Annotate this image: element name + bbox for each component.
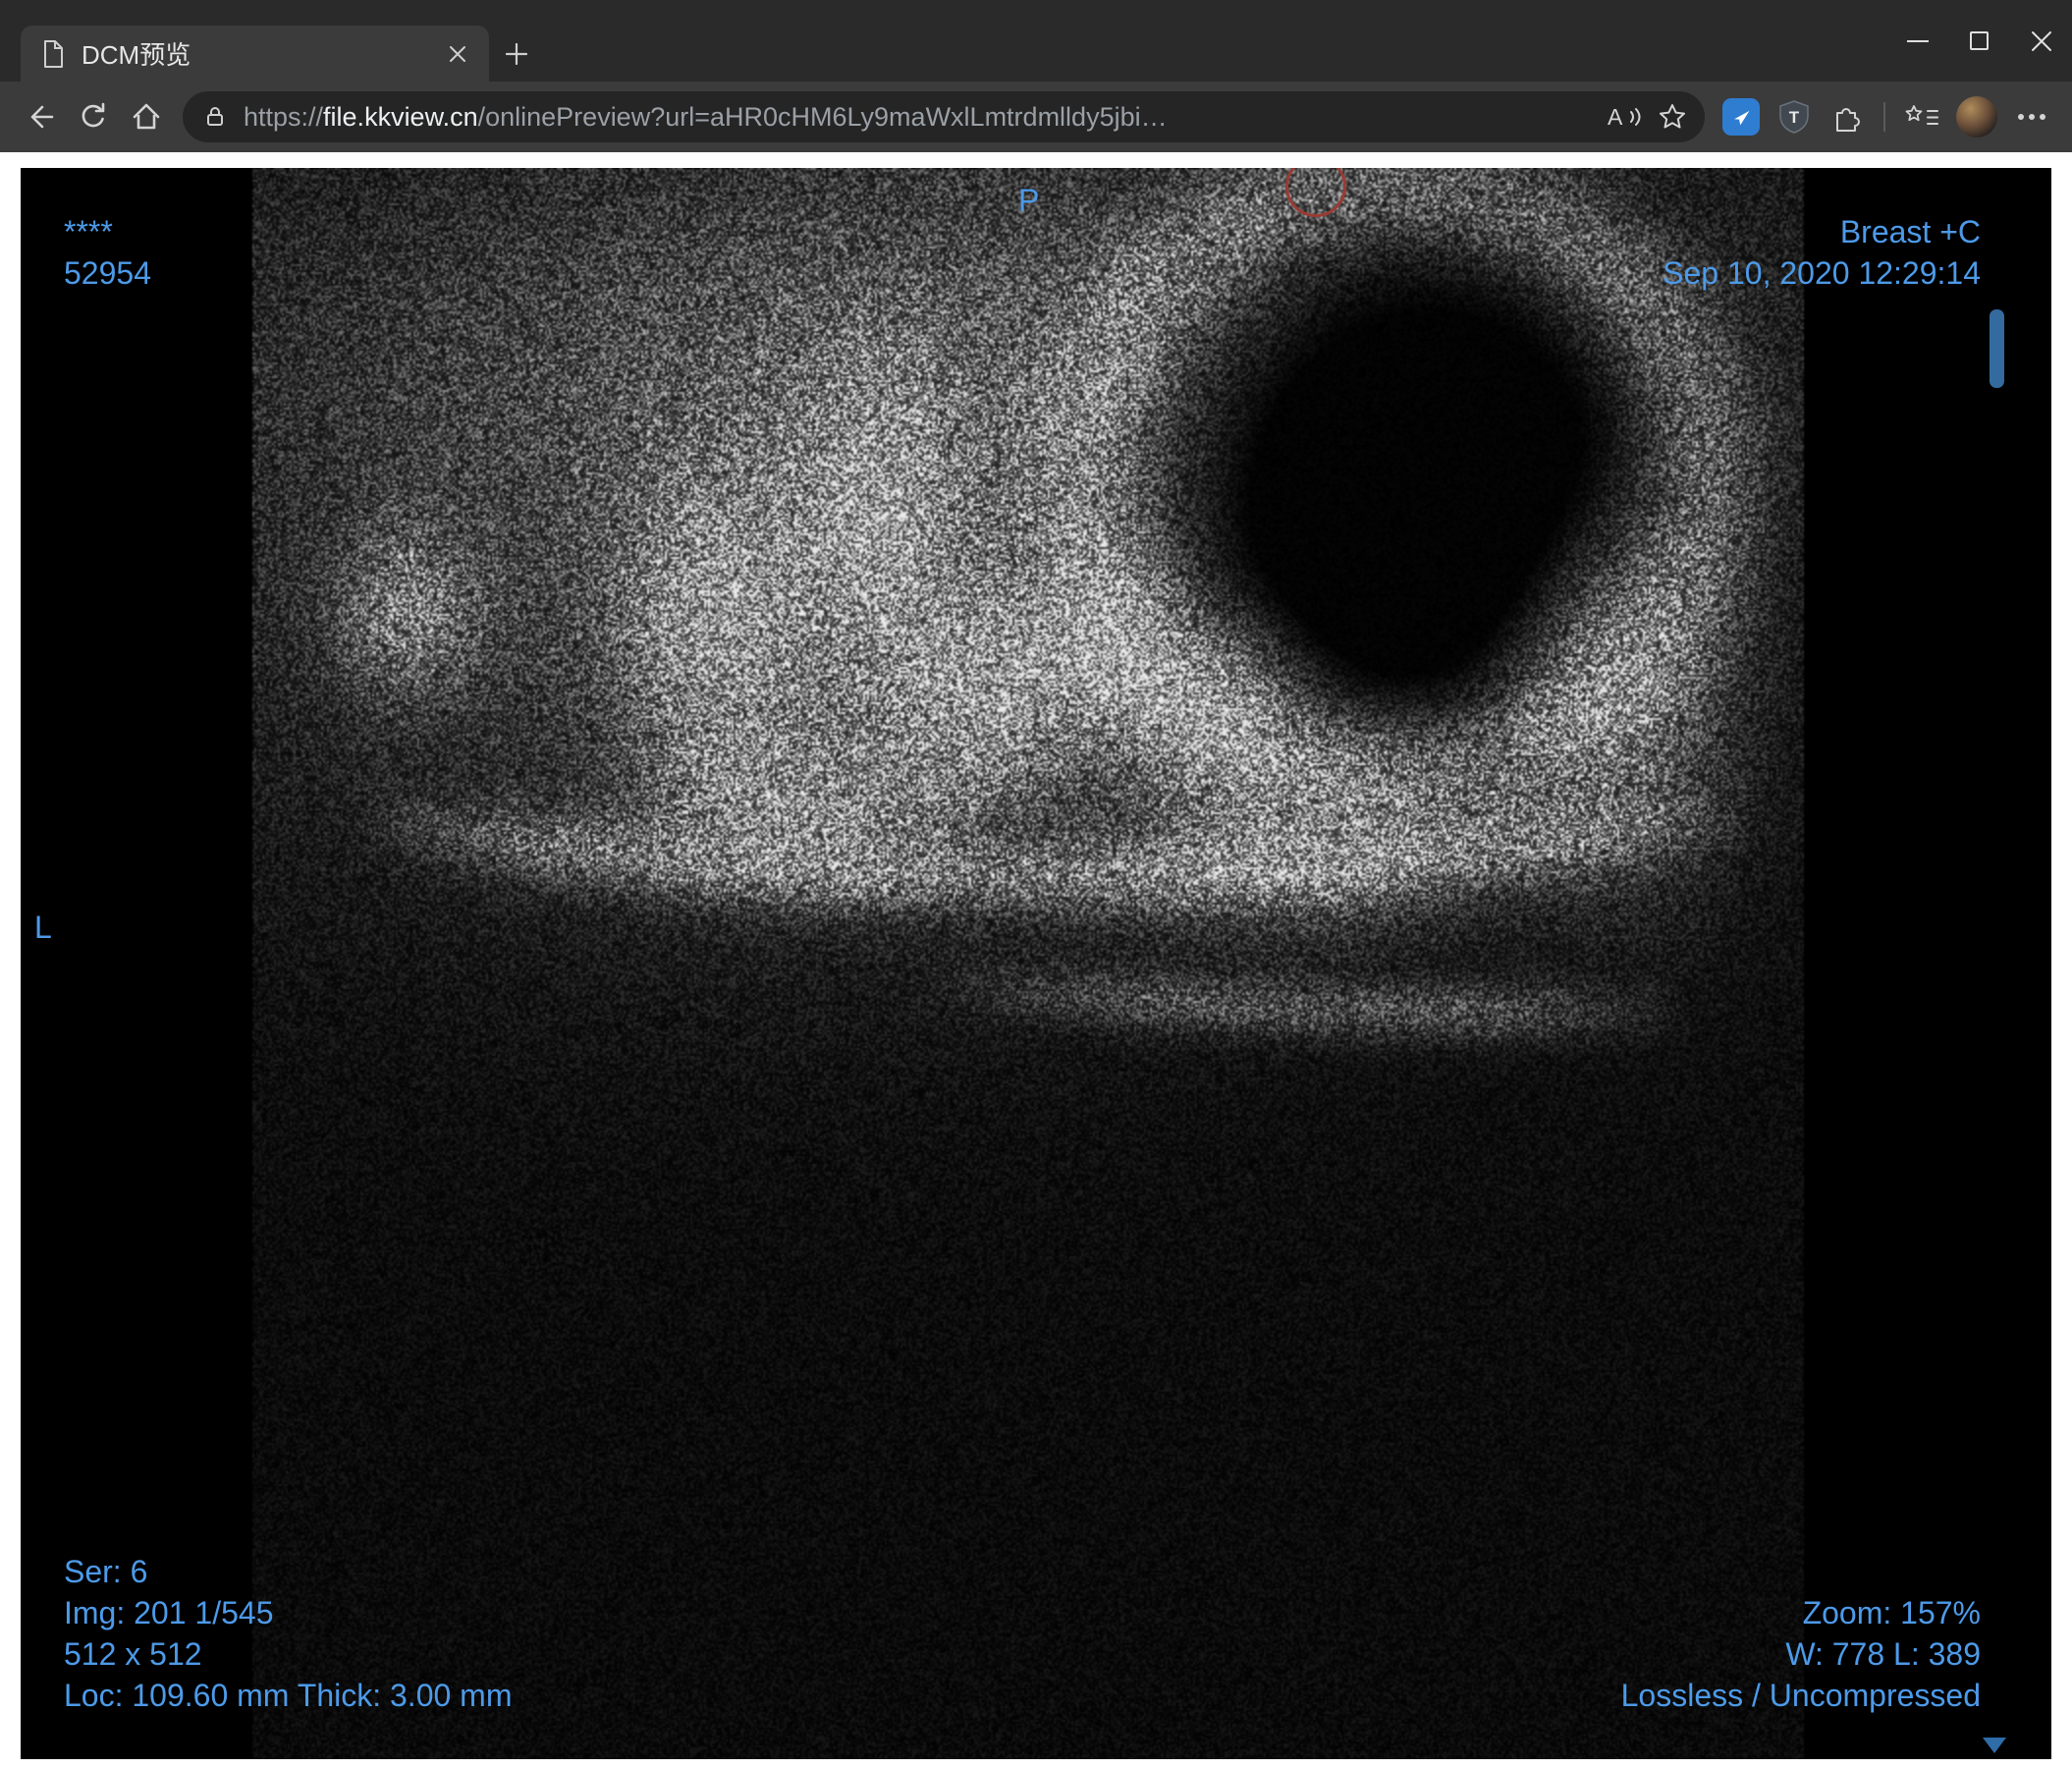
scroll-down-arrow-icon[interactable] <box>1983 1738 2006 1753</box>
close-button[interactable] <box>2010 0 2072 82</box>
kkview-extension-button[interactable] <box>1715 90 1768 143</box>
patient-id: 52954 <box>64 255 151 291</box>
maximize-icon <box>1970 31 1989 50</box>
extensions-button[interactable] <box>1821 90 1874 143</box>
window-level: W: 778 L: 389 <box>1785 1636 1981 1672</box>
url-host: file.kkview.cn <box>323 101 478 132</box>
navigation-bar: https://file.kkview.cn/onlinePreview?url… <box>0 82 2072 152</box>
document-icon <box>44 39 63 68</box>
kkview-extension-icon <box>1722 98 1760 136</box>
address-bar[interactable]: https://file.kkview.cn/onlinePreview?url… <box>183 91 1705 142</box>
read-aloud-button[interactable]: A <box>1599 92 1648 141</box>
tampermonkey-extension-button[interactable]: T <box>1768 90 1821 143</box>
lock-icon[interactable] <box>202 104 228 130</box>
tab-strip: DCM预览 <box>0 0 2072 82</box>
home-icon <box>133 103 160 130</box>
minimize-icon <box>1906 39 1929 42</box>
favorites-hub-icon <box>1905 105 1938 125</box>
compression-info: Lossless / Uncompressed <box>1620 1678 1981 1713</box>
close-icon <box>2031 30 2051 51</box>
profile-avatar[interactable] <box>1956 96 1997 138</box>
maximize-button[interactable] <box>1948 0 2010 82</box>
read-aloud-icon: A <box>1608 104 1641 130</box>
dicom-viewer[interactable]: **** 52954 Breast +C Sep 10, 2020 12:29:… <box>21 168 2051 1759</box>
slice-location: Loc: 109.60 mm Thick: 3.00 mm <box>64 1678 513 1713</box>
home-button[interactable] <box>120 90 173 143</box>
page-background: **** 52954 Breast +C Sep 10, 2020 12:29:… <box>0 152 2072 1768</box>
url-text: https://file.kkview.cn/onlinePreview?url… <box>244 102 1599 133</box>
tab-dcm-preview[interactable]: DCM预览 <box>21 26 489 82</box>
refresh-icon <box>82 102 105 128</box>
more-options-button[interactable] <box>2005 90 2058 143</box>
study-datetime: Sep 10, 2020 12:29:14 <box>1663 255 1981 291</box>
patient-info-overlay: **** 52954 <box>64 211 151 294</box>
url-scheme: https:// <box>244 101 324 132</box>
more-options-icon <box>2018 114 2045 120</box>
toolbar-divider <box>1883 102 1885 132</box>
display-info-overlay: Zoom: 157% W: 778 L: 389 Lossless / Unco… <box>1621 1592 1981 1716</box>
series-info-overlay: Ser: 6 Img: 201 1/545 512 x 512 Loc: 109… <box>64 1551 512 1716</box>
back-button[interactable] <box>14 90 67 143</box>
minimize-button[interactable] <box>1886 0 1948 82</box>
tab-title: DCM预览 <box>82 40 191 70</box>
study-info-overlay: Breast +C Sep 10, 2020 12:29:14 <box>1663 211 1981 294</box>
scrollbar-thumb[interactable] <box>1990 309 2004 388</box>
favorite-star-icon <box>1660 104 1685 129</box>
tab-close-icon[interactable] <box>438 34 477 74</box>
orientation-marker-left: L <box>34 910 52 945</box>
image-matrix: 512 x 512 <box>64 1636 202 1672</box>
patient-name-masked: **** <box>64 214 113 249</box>
url-path: /onlinePreview?url=aHR0cHM6Ly9maWxlLmtrd… <box>477 101 1168 132</box>
extensions-puzzle-icon <box>1836 108 1860 132</box>
mri-image-canvas[interactable] <box>21 168 2051 1759</box>
refresh-button[interactable] <box>67 90 120 143</box>
study-description: Breast +C <box>1839 214 1981 249</box>
image-number: Img: 201 1/545 <box>64 1595 274 1630</box>
shield-letter: T <box>1789 108 1800 127</box>
favorites-hub-button[interactable] <box>1895 90 1948 143</box>
new-tab-button[interactable] <box>489 26 544 82</box>
back-icon <box>30 105 54 129</box>
browser-window: DCM预览 https://file.kkview.cn/onlinePrevi… <box>0 0 2072 1768</box>
add-favorite-button[interactable] <box>1648 92 1697 141</box>
tampermonkey-shield-icon: T <box>1779 100 1809 134</box>
orientation-marker-posterior: P <box>1018 183 1040 218</box>
series-number: Ser: 6 <box>64 1554 148 1589</box>
svg-text:A: A <box>1608 104 1623 130</box>
zoom-level: Zoom: 157% <box>1802 1595 1981 1630</box>
